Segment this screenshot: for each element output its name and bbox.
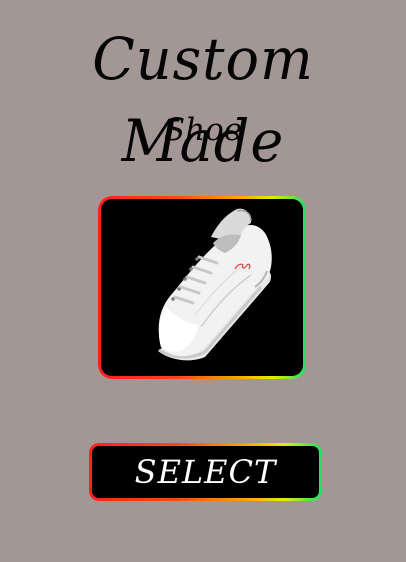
select-button[interactable]: SELECT [92,446,319,498]
page-title: Custom Made [92,25,314,175]
custom-shoe-screen: Custom Made Shoe SELECT [0,0,406,562]
select-button-frame: SELECT [89,443,322,501]
product-image-frame [98,196,306,379]
page-subtitle: Shoe [163,112,243,148]
sneaker-image-icon [158,208,272,361]
product-image[interactable] [101,199,303,376]
